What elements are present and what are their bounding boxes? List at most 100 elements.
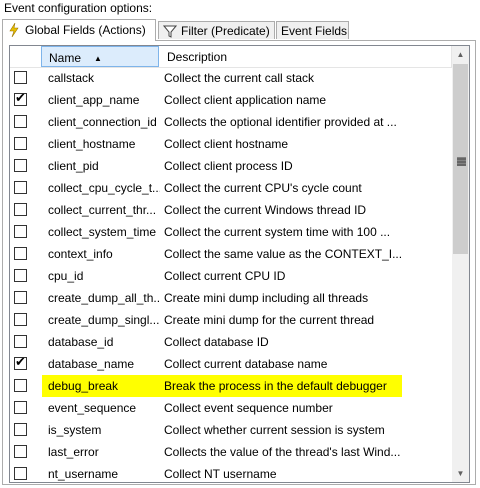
table-row[interactable]: cpu_id Collect current CPU ID xyxy=(10,265,452,287)
tab-label: Global Fields (Actions) xyxy=(25,23,146,37)
field-name: client_pid xyxy=(48,159,99,173)
table-row[interactable]: ✔ database_name Collect current database n… xyxy=(10,353,452,375)
field-description: Collect client process ID xyxy=(164,159,293,173)
tab-filter[interactable]: Filter (Predicate) xyxy=(158,21,275,39)
field-description: Create mini dump including all threads xyxy=(164,291,369,305)
row-checkbox[interactable] xyxy=(14,225,27,238)
field-name: nt_username xyxy=(48,467,119,481)
vertical-scrollbar[interactable]: ▲ ▬ ▬ ▬ ▼ xyxy=(452,46,469,482)
field-description: Collect the current system time with 100… xyxy=(164,225,391,239)
column-header-name[interactable]: ▲ Name xyxy=(41,46,159,67)
table-row[interactable]: nt_username Collect NT username xyxy=(10,463,452,482)
table-row[interactable]: database_id Collect database ID xyxy=(10,331,452,353)
tab-global-fields[interactable]: Global Fields (Actions) xyxy=(2,19,156,41)
field-name: last_error xyxy=(48,445,99,459)
field-description: Collect client hostname xyxy=(164,137,289,151)
field-description: Collect current database name xyxy=(164,357,328,371)
row-checkbox[interactable] xyxy=(14,401,27,414)
table-row[interactable]: callstack Collect the current call stack xyxy=(10,67,452,89)
row-checkbox[interactable] xyxy=(14,269,27,282)
column-header-name-label: Name xyxy=(49,51,82,65)
row-checkbox[interactable] xyxy=(14,137,27,150)
table-row[interactable]: ✔ client_app_name Collect client applicati… xyxy=(10,89,452,111)
field-name: event_sequence xyxy=(48,401,137,415)
filter-icon xyxy=(163,25,177,38)
row-checkbox[interactable] xyxy=(14,313,27,326)
table-row[interactable]: is_system Collect whether current session… xyxy=(10,419,452,441)
column-header-description-label: Description xyxy=(167,50,228,64)
field-description: Collect the same value as the CONTEXT_I.… xyxy=(164,247,402,261)
row-checkbox[interactable] xyxy=(14,291,27,304)
table-row[interactable]: create_dump_all_th... Create mini dump in… xyxy=(10,287,452,309)
row-checkbox[interactable]: ✔ xyxy=(14,90,27,106)
field-name: database_id xyxy=(48,335,114,349)
table-row[interactable]: client_hostname Collect client hostname xyxy=(10,133,452,155)
field-description: Collects the value of the thread's last … xyxy=(164,445,401,459)
fields-grid[interactable]: ▲ Name Description callstack Collect the … xyxy=(9,45,470,483)
table-row[interactable]: collect_current_thr... Collect the curren… xyxy=(10,199,452,221)
row-checkbox[interactable] xyxy=(14,335,27,348)
row-checkbox[interactable] xyxy=(14,423,27,436)
table-row[interactable]: collect_cpu_cycle_t... Collect the curren… xyxy=(10,177,452,199)
row-checkbox[interactable] xyxy=(14,379,27,392)
field-name: database_name xyxy=(48,357,135,371)
field-name: collect_current_thr... xyxy=(48,203,157,217)
table-row[interactable]: client_connection_id Collects the optiona… xyxy=(10,111,452,133)
field-name: callstack xyxy=(48,71,95,85)
row-checkbox[interactable] xyxy=(14,71,27,84)
scroll-thumb[interactable]: ▬ ▬ ▬ xyxy=(453,64,468,254)
table-row[interactable]: event_sequence Collect event sequence num… xyxy=(10,397,452,419)
field-name: create_dump_all_th... xyxy=(48,291,160,305)
field-description: Collect the current call stack xyxy=(164,71,315,85)
field-description: Collect client application name xyxy=(164,93,327,107)
scroll-down-icon[interactable]: ▼ xyxy=(452,465,469,482)
field-description: Collect NT username xyxy=(164,467,277,481)
table-row[interactable]: last_error Collects the value of the thre… xyxy=(10,441,452,463)
table-row[interactable]: debug_break Break the process in the defa… xyxy=(10,375,452,397)
lightning-icon xyxy=(9,23,19,37)
row-checkbox[interactable] xyxy=(14,445,27,458)
grid-rows: callstack Collect the current call stack ✔… xyxy=(10,67,452,482)
tab-panel: ▲ Name Description callstack Collect the … xyxy=(2,40,476,485)
field-name: client_connection_id xyxy=(48,115,157,129)
checkmark-icon: ✔ xyxy=(15,90,26,105)
field-description: Collect the current CPU's cycle count xyxy=(164,181,362,195)
tab-label: Filter (Predicate) xyxy=(181,24,270,38)
field-name: context_info xyxy=(48,247,113,261)
field-description: Create mini dump for the current thread xyxy=(164,313,375,327)
field-name: cpu_id xyxy=(48,269,84,283)
row-checkbox[interactable] xyxy=(14,247,27,260)
table-row[interactable]: context_info Collect the same value as th… xyxy=(10,243,452,265)
field-description: Collects the optional identifier provide… xyxy=(164,115,397,129)
row-checkbox[interactable] xyxy=(14,159,27,172)
field-description: Collect database ID xyxy=(164,335,269,349)
table-row[interactable]: collect_system_time Collect the current s… xyxy=(10,221,452,243)
row-checkbox[interactable] xyxy=(14,203,27,216)
tab-event-fields[interactable]: Event Fields xyxy=(276,21,349,39)
column-header-description[interactable]: Description xyxy=(160,46,452,67)
field-description: Break the process in the default debugge… xyxy=(160,375,402,397)
field-name: collect_system_time xyxy=(48,225,157,239)
field-name: client_hostname xyxy=(48,137,136,151)
field-name: is_system xyxy=(48,423,102,437)
row-checkbox[interactable] xyxy=(14,181,27,194)
field-description: Collect event sequence number xyxy=(164,401,333,415)
grip-icon: ▬ ▬ ▬ xyxy=(457,152,466,168)
row-checkbox[interactable] xyxy=(14,115,27,128)
field-name: client_app_name xyxy=(48,93,140,107)
table-row[interactable]: client_pid Collect client process ID xyxy=(10,155,452,177)
field-name: collect_cpu_cycle_t... xyxy=(48,181,160,195)
row-checkbox[interactable] xyxy=(14,467,27,480)
table-row[interactable]: create_dump_singl... Create mini dump for… xyxy=(10,309,452,331)
field-description: Collect the current Windows thread ID xyxy=(164,203,367,217)
field-description: Collect current CPU ID xyxy=(164,269,286,283)
field-name: create_dump_singl... xyxy=(48,313,160,327)
row-checkbox[interactable]: ✔ xyxy=(14,354,27,370)
field-description: Collect whether current session is syste… xyxy=(164,423,385,437)
grid-header: ▲ Name Description xyxy=(10,46,452,68)
section-title: Event configuration options: xyxy=(4,1,153,15)
field-name: debug_break xyxy=(42,375,160,397)
scroll-up-icon[interactable]: ▲ xyxy=(452,46,469,63)
tab-label: Event Fields xyxy=(281,24,348,38)
checkmark-icon: ✔ xyxy=(15,354,26,369)
